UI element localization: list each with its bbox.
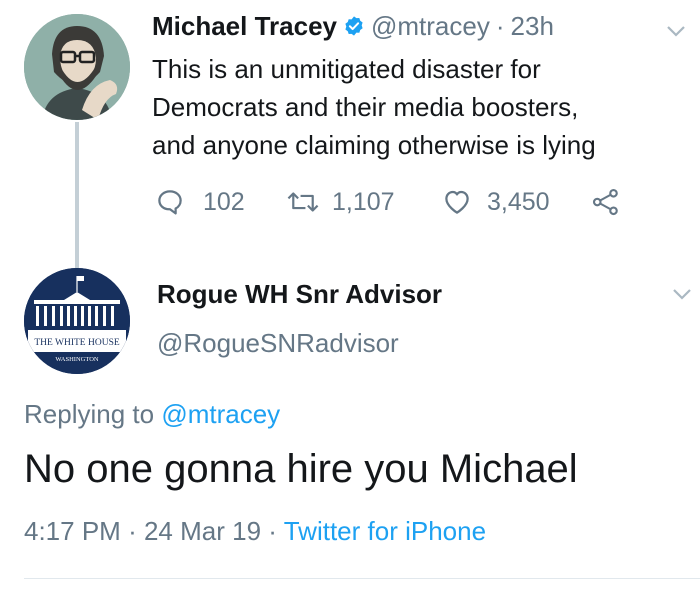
tweet-date: 24 Mar 19 (143, 516, 262, 546)
replying-to-prefix: Replying to (24, 399, 155, 429)
reply-author-name[interactable]: Rogue WH Snr Advisor (157, 279, 442, 310)
reply-tweet-text: No one gonna hire you Michael (24, 447, 578, 491)
retweet-count: 1,107 (332, 187, 395, 216)
thread-connector-line (75, 122, 79, 268)
tweet-action-bar: 102 1,107 3,450 (155, 184, 621, 220)
parent-tweet-text: This is an unmitigated disaster for Demo… (152, 50, 682, 164)
avatar-michael-tracey[interactable] (24, 14, 130, 120)
author-name[interactable]: Michael Tracey (152, 11, 337, 42)
tweet-timestamp: 4:17 PM (24, 516, 121, 546)
verified-icon (345, 16, 363, 36)
tweet-time[interactable]: 23h (511, 11, 554, 42)
tweet-text-line: This is an unmitigated disaster for (152, 54, 541, 84)
retweet-icon (287, 192, 319, 212)
like-icon (445, 190, 469, 214)
share-button[interactable] (591, 187, 621, 217)
divider (24, 578, 700, 579)
meta-separator: · (128, 516, 137, 546)
retweet-button[interactable]: 1,107 (286, 187, 441, 217)
tweet-meta: 4:17 PM · 24 Mar 19 · Twitter for iPhone (24, 516, 486, 547)
avatar-text-line1: THE WHITE HOUSE (34, 338, 120, 348)
avatar-white-house[interactable]: THE WHITE HOUSE WASHINGTON (24, 268, 130, 374)
white-house-logo: THE WHITE HOUSE WASHINGTON (24, 268, 130, 374)
author-handle[interactable]: @mtracey (371, 11, 490, 42)
tweet-text-line: Democrats and their media boosters, (152, 92, 579, 122)
avatar-illustration (24, 14, 130, 120)
like-count: 3,450 (487, 187, 550, 216)
reply-count: 102 (203, 187, 245, 216)
share-icon (592, 188, 618, 216)
reply-icon (158, 190, 182, 215)
reply-author-handle[interactable]: @RogueSNRadvisor (157, 328, 399, 359)
replying-to-line: Replying to @mtracey (24, 399, 280, 430)
replying-to-link[interactable]: @mtracey (161, 399, 280, 429)
time-separator: · (495, 10, 505, 41)
avatar-text-line2: WASHINGTON (55, 356, 99, 363)
parent-tweet-header: Michael Tracey @mtracey · 23h (152, 8, 554, 44)
reply-button[interactable]: 102 (155, 187, 286, 217)
tweet-source-link[interactable]: Twitter for iPhone (284, 516, 486, 546)
chevron-down-icon[interactable] (666, 24, 686, 38)
like-button[interactable]: 3,450 (441, 187, 591, 217)
meta-separator: · (268, 516, 277, 546)
tweet-text-line: and anyone claiming otherwise is lying (152, 130, 596, 160)
chevron-down-icon[interactable] (672, 287, 692, 301)
